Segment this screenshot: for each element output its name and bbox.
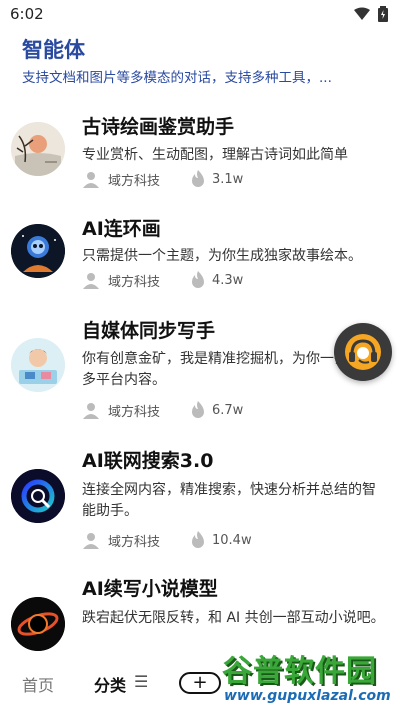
avatar (11, 224, 65, 278)
item-desc: 连接全网内容，精准搜索，快速分析并总结的智能助手。 (82, 482, 376, 519)
customer-service-button[interactable] (334, 323, 392, 381)
item-meta: 域方科技 3.1w (82, 168, 243, 190)
watermark-url: www.gupuxlazal.com (224, 688, 391, 704)
battery-icon (378, 6, 388, 22)
item-meta: 域方科技 6.7w (82, 399, 243, 421)
avatar (11, 338, 65, 392)
header: 智能体 支持文档和图片等多模态的对话，支持多种工具，... (22, 36, 382, 88)
status-icons (354, 6, 388, 22)
item-desc: 只需提供一个主题，为你生成独家故事绘本。 (82, 248, 362, 264)
nav-home[interactable]: 首页 (22, 672, 54, 696)
add-button[interactable]: + (179, 672, 221, 694)
user-icon (83, 172, 99, 188)
watermark: 谷普软件园 www.gupuxlazal.com (222, 646, 398, 710)
item-title: 自媒体同步写手 (82, 320, 216, 342)
nav-category[interactable]: 分类 (94, 672, 126, 696)
item-title: AI连环画 (82, 218, 161, 240)
user-icon (83, 273, 99, 289)
plus-icon: + (192, 672, 208, 693)
status-time: 6:02 (10, 5, 44, 23)
item-author: 域方科技 (108, 173, 161, 189)
item-author: 域方科技 (108, 274, 161, 290)
watermark-logo: 谷普软件园 (222, 654, 377, 689)
headset-icon (345, 334, 381, 370)
item-meta: 域方科技 4.3w (82, 269, 243, 291)
wifi-icon (354, 7, 370, 20)
item-author: 域方科技 (108, 404, 161, 420)
item-desc: 跌宕起伏无限反转，和 AI 共创一部互动小说吧。 (82, 610, 385, 626)
item-title: AI续写小说模型 (82, 578, 218, 600)
item-views: 3.1w (212, 171, 244, 187)
fire-icon (192, 531, 204, 548)
page-subtitle: 支持文档和图片等多模态的对话，支持多种工具，... (22, 70, 332, 86)
page-title: 智能体 (22, 38, 85, 62)
item-views: 4.3w (212, 272, 244, 288)
fire-icon (192, 170, 204, 187)
status-bar: 6:02 (0, 0, 400, 28)
item-title: 古诗绘画鉴赏助手 (82, 116, 235, 138)
menu-icon[interactable]: ☰ (134, 672, 148, 691)
item-meta: 域方科技 10.4w (82, 529, 252, 551)
user-icon (83, 403, 99, 419)
item-views: 10.4w (212, 532, 252, 548)
avatar (11, 597, 65, 651)
fire-icon (192, 271, 204, 288)
fire-icon (192, 401, 204, 418)
item-title: AI联网搜索3.0 (82, 450, 214, 472)
avatar (11, 122, 65, 176)
item-views: 6.7w (212, 402, 244, 418)
avatar (11, 469, 65, 523)
item-desc: 专业赏析、生动配图，理解古诗词如此简单 (82, 147, 348, 163)
user-icon (83, 533, 99, 549)
item-author: 域方科技 (108, 534, 161, 550)
